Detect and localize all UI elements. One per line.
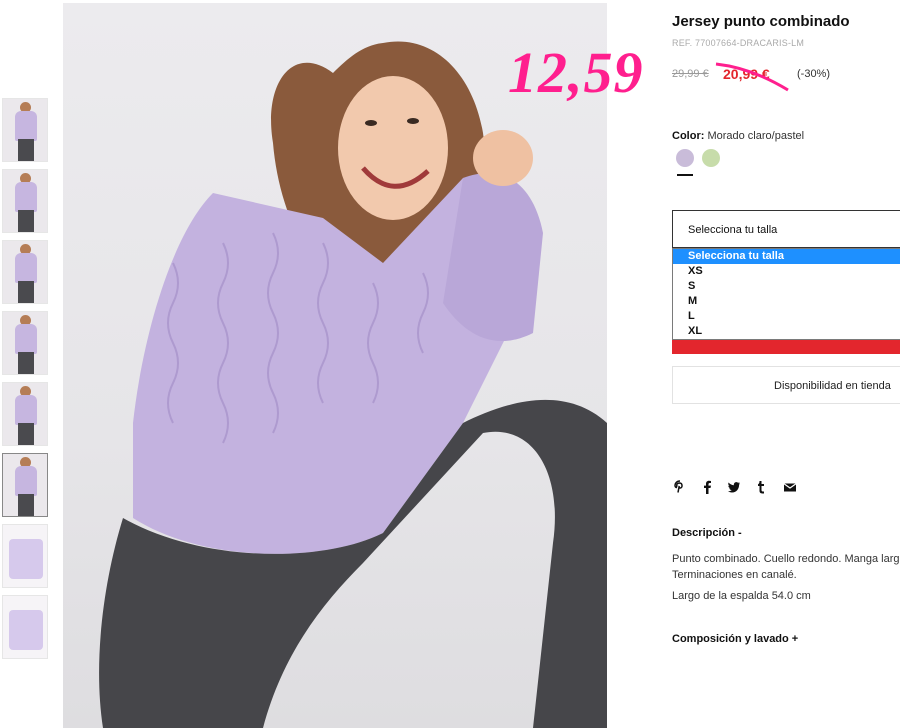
sale-price: 20,99 € — [723, 66, 770, 82]
thumbnail-4[interactable] — [2, 311, 48, 375]
size-option[interactable]: Selecciona tu talla — [673, 249, 900, 264]
product-title: Jersey punto combinado — [672, 13, 850, 30]
color-value: Morado claro/pastel — [707, 130, 805, 142]
thumbnail-3[interactable] — [2, 240, 48, 304]
color-swatch-green[interactable] — [702, 149, 720, 167]
add-to-bag-button[interactable] — [672, 340, 900, 354]
original-price: 29,99 € — [672, 68, 709, 80]
color-label: Color: — [672, 130, 705, 142]
back-length-text: Largo de la espalda 54.0 cm — [672, 590, 811, 602]
size-option[interactable]: XL — [673, 324, 900, 339]
thumbnail-2[interactable] — [2, 169, 48, 233]
store-availability-button[interactable]: Disponibilidad en tienda — [672, 366, 900, 404]
thumbnail-strip — [2, 98, 50, 666]
size-select[interactable]: Selecciona tu talla — [672, 210, 900, 248]
mail-icon[interactable] — [783, 480, 797, 494]
thumbnail-7[interactable] — [2, 524, 48, 588]
discount-percent: (-30%) — [797, 68, 831, 80]
thumbnail-6[interactable] — [2, 453, 48, 517]
size-option[interactable]: M — [673, 294, 900, 309]
size-option[interactable]: XS — [673, 264, 900, 279]
product-main-image — [63, 3, 607, 728]
composition-toggle[interactable]: Composición y lavado + — [672, 633, 798, 645]
pinterest-icon[interactable] — [673, 480, 687, 494]
size-option[interactable]: L — [673, 309, 900, 324]
product-reference: REF. 77007664-DRACARIS-LM — [672, 38, 805, 48]
overlay-price-annotation: 12,59 — [508, 40, 644, 105]
thumbnail-1[interactable] — [2, 98, 48, 162]
size-dropdown-list: Selecciona tu talla XS S M L XL — [672, 248, 900, 340]
description-toggle[interactable]: Descripción - — [672, 527, 742, 539]
tumblr-icon[interactable] — [756, 480, 766, 494]
thumbnail-5[interactable] — [2, 382, 48, 446]
selected-swatch-indicator — [677, 174, 693, 176]
color-swatch-lilac[interactable] — [676, 149, 694, 167]
thumbnail-8[interactable] — [2, 595, 48, 659]
facebook-icon[interactable] — [701, 480, 713, 494]
color-row: Color: Morado claro/pastel — [672, 130, 804, 142]
description-text: Punto combinado. Cuello redondo. Manga l… — [672, 553, 900, 581]
size-option[interactable]: S — [673, 279, 900, 294]
twitter-icon[interactable] — [727, 480, 741, 494]
